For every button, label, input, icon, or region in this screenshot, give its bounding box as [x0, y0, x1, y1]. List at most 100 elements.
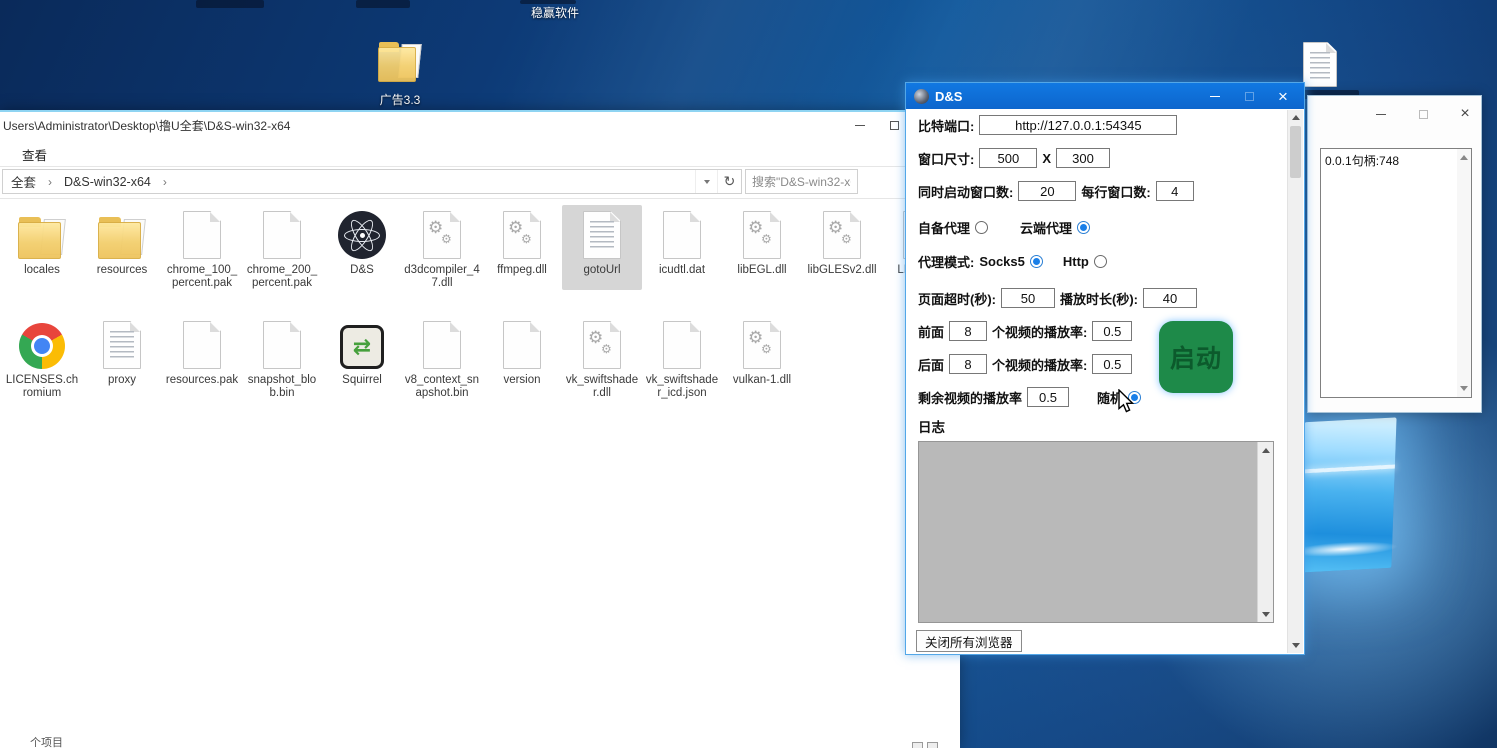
front-rate-input[interactable] [1092, 321, 1132, 341]
own-proxy-radio[interactable] [975, 221, 988, 234]
window-height-input[interactable] [1056, 148, 1110, 168]
front-count-input[interactable] [949, 321, 987, 341]
maximize-icon [890, 121, 899, 130]
per-row-input[interactable] [1156, 181, 1194, 201]
back-count-input[interactable] [949, 354, 987, 374]
file-label: resources.pak [164, 374, 240, 387]
breadcrumb-current[interactable]: D&S-win32-x64 [56, 175, 159, 189]
proxy-source-row: 自备代理 云端代理 [918, 218, 1090, 237]
file-item-v8-context[interactable]: v8_context_snapshot.bin [402, 315, 482, 400]
file-item-resources-pak[interactable]: resources.pak [162, 315, 242, 400]
file-item-vk-swiftshader[interactable]: ⚙⚙ vk_swiftshader.dll [562, 315, 642, 400]
file-item-licenses-chromium[interactable]: LICENSES.chromium [2, 315, 82, 400]
desktop-folder-icon[interactable] [378, 42, 422, 82]
file-item-d3dcompiler[interactable]: ⚙⚙ d3dcompiler_47.dll [402, 205, 482, 290]
maximize-button[interactable] [1232, 83, 1266, 109]
ribbon-tab-view[interactable]: 查看 [22, 145, 47, 164]
file-grid-row: locales resources chrome_100_percent.pak… [2, 205, 962, 290]
port-input[interactable] [979, 115, 1177, 135]
scrollbar-thumb[interactable] [1290, 126, 1301, 178]
refresh-button[interactable]: ↻ [717, 170, 741, 193]
desktop-icon-label[interactable]: 广告3.3 [360, 91, 440, 108]
socks5-radio[interactable] [1030, 255, 1043, 268]
window-scrollbar[interactable] [1287, 110, 1303, 653]
cloud-proxy-radio[interactable] [1077, 221, 1090, 234]
separator [0, 166, 960, 167]
file-label: d3dcompiler_47.dll [404, 264, 480, 290]
window-count-row: 同时启动窗口数: 每行窗口数: [918, 181, 1194, 201]
file-item-locales[interactable]: locales [2, 205, 82, 290]
file-item-icudtl[interactable]: icudtl.dat [642, 205, 722, 290]
file-item-gotourl-selected[interactable]: gotoUrl [562, 205, 642, 290]
minimize-button[interactable] [1198, 83, 1232, 109]
file-item-libglesv2[interactable]: ⚙⚙ libGLESv2.dll [802, 205, 882, 290]
own-proxy-label: 自备代理 [918, 218, 970, 237]
folder-icon [98, 217, 146, 259]
file-icon [183, 211, 221, 259]
window-count-input[interactable] [1018, 181, 1076, 201]
duration-input[interactable] [1143, 288, 1197, 308]
desktop-icon-label[interactable]: 稳赢软件 [510, 4, 600, 21]
handle-list[interactable]: 0.0.1句柄:748 [1320, 148, 1472, 398]
size-separator: X [1042, 151, 1051, 166]
file-item-libegl[interactable]: ⚙⚙ libEGL.dll [722, 205, 802, 290]
desktop-document-icon[interactable] [1303, 42, 1337, 87]
remaining-rate-input[interactable] [1027, 387, 1069, 407]
cursor-icon [1116, 389, 1138, 420]
file-item-squirrel[interactable]: ⇄ Squirrel [322, 315, 402, 400]
minimize-button[interactable] [846, 116, 874, 134]
scroll-down-icon [1292, 643, 1300, 648]
file-label: version [484, 374, 560, 387]
scrollbar[interactable] [1257, 442, 1273, 622]
file-item-vulkan[interactable]: ⚙⚙ vulkan-1.dll [722, 315, 802, 400]
address-dropdown-button[interactable] [695, 170, 717, 193]
file-item-chrome200pak[interactable]: chrome_200_percent.pak [242, 205, 322, 290]
maximize-button[interactable] [1408, 104, 1438, 124]
file-icon [263, 211, 301, 259]
text-document-icon [1303, 42, 1337, 87]
scroll-down-icon [1262, 612, 1270, 617]
file-item-proxy[interactable]: proxy [82, 315, 162, 400]
file-item-ffmpeg[interactable]: ⚙⚙ ffmpeg.dll [482, 205, 562, 290]
file-item-vk-swiftshader-icd[interactable]: vk_swiftshader_icd.json [642, 315, 722, 400]
file-label: LICENSES.chromium [4, 374, 80, 400]
back-rate-input[interactable] [1092, 354, 1132, 374]
explorer-titlebar[interactable]: Users\Administrator\Desktop\撸U全套\D&S-win… [0, 112, 960, 138]
scroll-up-icon [1292, 115, 1300, 120]
timing-row: 页面超时(秒): 播放时长(秒): [918, 288, 1197, 308]
maximize-icon [1245, 92, 1254, 101]
close-button[interactable] [1266, 83, 1300, 109]
start-button[interactable]: 启动 [1159, 321, 1233, 393]
file-label: D&S [324, 264, 400, 277]
file-item-resources[interactable]: resources [82, 205, 162, 290]
back-rate-row: 后面 个视频的播放率: [918, 354, 1132, 374]
per-row-label: 每行窗口数: [1081, 182, 1150, 201]
breadcrumb-root[interactable]: 全套 [3, 172, 44, 191]
scroll-down-icon [1460, 386, 1468, 391]
file-item-ds-app[interactable]: D&S [322, 205, 402, 290]
timeout-input[interactable] [1001, 288, 1055, 308]
file-item-chrome100pak[interactable]: chrome_100_percent.pak [162, 205, 242, 290]
view-toggle-icon[interactable] [927, 742, 938, 748]
file-item-snapshot-blob[interactable]: snapshot_blob.bin [242, 315, 322, 400]
address-bar[interactable]: 全套 › D&S-win32-x64 › ↻ [2, 169, 742, 194]
maximize-button[interactable] [880, 116, 908, 134]
minimize-icon [1210, 96, 1220, 97]
folder-icon [378, 42, 422, 82]
http-radio[interactable] [1094, 255, 1107, 268]
file-item-version[interactable]: version [482, 315, 562, 400]
minimize-icon [1376, 114, 1386, 115]
folder-icon [18, 217, 66, 259]
back-rate-label: 个视频的播放率: [992, 355, 1087, 374]
view-toggle-icon[interactable] [912, 742, 923, 748]
front-label: 前面 [918, 322, 944, 341]
close-button[interactable] [1450, 104, 1480, 124]
log-textarea[interactable] [918, 441, 1274, 623]
scrollbar[interactable] [1457, 149, 1471, 397]
minimize-button[interactable] [1366, 104, 1396, 124]
window-width-input[interactable] [979, 148, 1037, 168]
scroll-up-icon [1262, 448, 1270, 453]
close-all-browsers-button[interactable]: 关闭所有浏览器 [916, 630, 1022, 652]
search-input[interactable] [745, 169, 858, 194]
electron-app-icon [338, 211, 386, 259]
